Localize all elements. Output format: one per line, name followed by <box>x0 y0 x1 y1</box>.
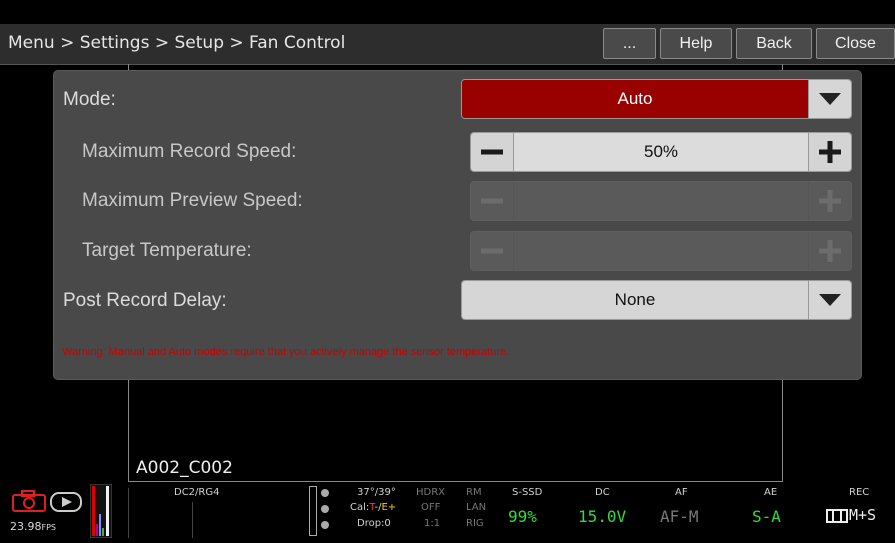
mode-label: Mode: <box>63 89 116 110</box>
camera-icon[interactable] <box>12 490 46 517</box>
more-button[interactable]: ... <box>603 28 656 59</box>
cal-e: E+ <box>381 502 397 513</box>
minus-icon <box>471 182 514 220</box>
max-preview-speed-label: Maximum Preview Speed: <box>82 190 303 211</box>
temperature-readout: 37°/39° <box>357 487 396 498</box>
fps-value: 23.98 <box>10 520 42 533</box>
rm-lan: LAN <box>466 502 487 513</box>
mode-dropdown[interactable]: Auto <box>461 79 852 119</box>
max-preview-speed-stepper <box>470 181 852 221</box>
cal-prefix: Cal: <box>350 502 370 513</box>
breadcrumb: Menu > Settings > Setup > Fan Control <box>8 33 346 53</box>
target-temperature-label: Target Temperature: <box>82 240 252 261</box>
warning-text: Warning: Manual and Auto modes require t… <box>62 346 510 358</box>
plus-icon <box>808 182 851 220</box>
calibration-readout: Cal:T-/E+ <box>350 502 396 513</box>
post-record-delay-dropdown[interactable]: None <box>461 280 852 320</box>
post-record-delay-label: Post Record Delay: <box>63 290 227 311</box>
ae-label: AE <box>764 487 778 498</box>
status-dots <box>320 488 330 539</box>
max-record-speed-stepper[interactable]: 50% <box>470 132 852 172</box>
histogram <box>89 483 113 543</box>
media-value: 99% <box>508 507 537 526</box>
minus-icon <box>471 232 514 270</box>
fan-control-panel: Mode: Auto Maximum Record Speed: 50% Max… <box>54 71 861 379</box>
chevron-down-icon[interactable] <box>808 80 851 118</box>
divider <box>192 502 193 538</box>
target-temperature-stepper <box>470 231 852 271</box>
minus-icon[interactable] <box>471 133 514 171</box>
af-label: AF <box>675 487 688 498</box>
film-strip-icon <box>826 509 848 528</box>
rm-rig: RIG <box>466 518 484 529</box>
fps-readout: 23.98FPS <box>10 520 56 533</box>
hdrx-value: OFF <box>421 502 441 513</box>
codec-label: DC2/RG4 <box>174 487 220 498</box>
drop-frame-readout: Drop:0 <box>357 518 391 529</box>
max-record-speed-label: Maximum Record Speed: <box>82 141 297 162</box>
max-record-speed-value: 50% <box>514 133 808 171</box>
help-button[interactable]: Help <box>660 28 732 59</box>
post-record-delay-value: None <box>462 281 808 319</box>
rec-label: REC <box>849 487 870 498</box>
target-temperature-value <box>514 232 808 270</box>
ratio-value: 1:1 <box>424 518 441 529</box>
clip-name: A002_C002 <box>136 458 233 478</box>
rm-label: RM <box>466 487 482 498</box>
power-value: 15.0V <box>578 507 627 526</box>
status-bar: 23.98FPS DC2/RG4 37°/39° Cal:T-/E+ Drop:… <box>0 482 895 541</box>
mode-value: Auto <box>462 80 808 118</box>
power-label: DC <box>595 487 610 498</box>
hdrx-label: HDRX <box>416 487 446 498</box>
back-button[interactable]: Back <box>736 28 812 59</box>
divider <box>128 488 129 538</box>
ae-value: S-A <box>752 507 781 526</box>
max-preview-speed-value <box>514 182 808 220</box>
plus-icon <box>808 232 851 270</box>
rec-value: M+S <box>849 506 877 524</box>
fps-unit: FPS <box>41 523 57 532</box>
chevron-down-icon[interactable] <box>808 281 851 319</box>
title-bar: Menu > Settings > Setup > Fan Control ..… <box>0 24 895 65</box>
audio-meter <box>309 486 317 536</box>
play-icon[interactable] <box>50 492 82 517</box>
plus-icon[interactable] <box>808 133 851 171</box>
close-button[interactable]: Close <box>816 28 895 59</box>
media-label: S-SSD <box>512 487 543 498</box>
af-value: AF-M <box>660 507 699 526</box>
